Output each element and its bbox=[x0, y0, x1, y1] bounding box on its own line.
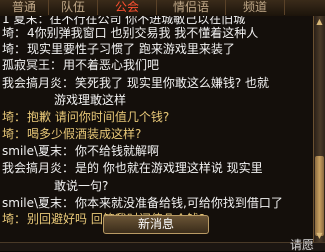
tab-channel[interactable]: 频道 bbox=[226, 0, 285, 15]
speaker-name[interactable]: smile\夏末： bbox=[2, 196, 74, 210]
chat-line: smile\夏末：你不给钱就解啊 bbox=[2, 144, 308, 158]
chat-scrollbar[interactable]: ▲ ▼ bbox=[313, 16, 325, 242]
speaker-name[interactable]: 埼： bbox=[2, 26, 26, 40]
tab-team[interactable]: 队伍 bbox=[49, 0, 98, 15]
speaker-name[interactable]: 我会搞月炎： bbox=[2, 161, 74, 175]
chat-line: 埼：喝多少假酒装成这样? bbox=[2, 127, 308, 141]
chat-line: 我会搞月炎：是的 你也就在游戏理这样说 现实里 bbox=[2, 161, 308, 175]
message-text: 喝多少假酒装成这样? bbox=[27, 127, 142, 141]
speaker-name[interactable]: smile\夏末： bbox=[2, 144, 74, 158]
chat-line: 埼：抱歉 请问你时间值几个钱? bbox=[2, 110, 308, 124]
message-text: 现实里要性子习惯了 跑来游戏里来装了 bbox=[27, 42, 235, 56]
message-text: 你不给钱就解啊 bbox=[75, 144, 160, 158]
scroll-down-icon[interactable]: ▼ bbox=[315, 231, 324, 240]
speaker-name[interactable]: 埼： bbox=[2, 212, 26, 226]
chat-line: smile\夏末：你本来就没准备给钱,可给你找到借口了 bbox=[2, 196, 308, 210]
chat-line: 我会搞月炎：笑死我了 现实里你敢这么嫌钱? 也就 bbox=[2, 76, 308, 90]
speaker-name[interactable]: 孤寂冥王： bbox=[2, 58, 62, 72]
speaker-name[interactable]: 埼： bbox=[2, 127, 26, 141]
message-text: 用不着恶心我们吧 bbox=[63, 58, 160, 72]
chat-channel-tabs: 普通 队伍 公会 情侣语 频道 bbox=[0, 0, 325, 17]
speaker-name[interactable]: 埼： bbox=[2, 110, 26, 124]
message-text: 敢说一句? bbox=[54, 179, 109, 193]
message-text: 是的 你也就在游戏理这样说 现实里 bbox=[75, 161, 263, 175]
message-text: 笑死我了 现实里你敢这么嫌钱? 也就 bbox=[75, 76, 270, 90]
message-text: 游戏理敢这样 bbox=[54, 93, 127, 107]
message-text: 1 夏末：往不行在公司 你不进城敏己以在旧城 bbox=[2, 16, 246, 26]
chat-line: 埼：4你别弹我窗口 也别交易我 我不懂着这种人 bbox=[2, 26, 308, 40]
chat-line: 埼：现实里要性子习惯了 跑来游戏里来装了 bbox=[2, 42, 308, 56]
scroll-thumb[interactable] bbox=[315, 156, 324, 236]
message-text: 4你别弹我窗口 也别交易我 我不懂着这种人 bbox=[27, 26, 259, 40]
tab-couple[interactable]: 情侣语 bbox=[157, 0, 226, 15]
scroll-up-icon[interactable]: ▲ bbox=[315, 17, 324, 26]
chat-line: 孤寂冥王：用不着恶心我们吧 bbox=[2, 58, 308, 72]
chat-log: 1 夏末：往不行在公司 你不进城敏己以在旧城 埼：4你别弹我窗口 也别交易我 我… bbox=[0, 16, 313, 242]
speaker-name[interactable]: 我会搞月炎： bbox=[2, 76, 74, 90]
tab-normal[interactable]: 普通 bbox=[0, 0, 49, 15]
chat-line-continuation: 敢说一句? bbox=[54, 179, 308, 193]
message-text: 你本来就没准备给钱,可给你找到借口了 bbox=[75, 196, 283, 210]
chat-line: 1 夏末：往不行在公司 你不进城敏己以在旧城 bbox=[2, 16, 308, 26]
chat-line-continuation: 游戏理敢这样 bbox=[54, 93, 308, 107]
message-text: 抱歉 请问你时间值几个钱? bbox=[27, 110, 170, 124]
corner-label[interactable]: 请愿 bbox=[290, 239, 314, 251]
tab-guild[interactable]: 公会 bbox=[98, 0, 157, 15]
new-message-button[interactable]: 新消息 bbox=[103, 215, 209, 234]
speaker-name[interactable]: 埼： bbox=[2, 42, 26, 56]
